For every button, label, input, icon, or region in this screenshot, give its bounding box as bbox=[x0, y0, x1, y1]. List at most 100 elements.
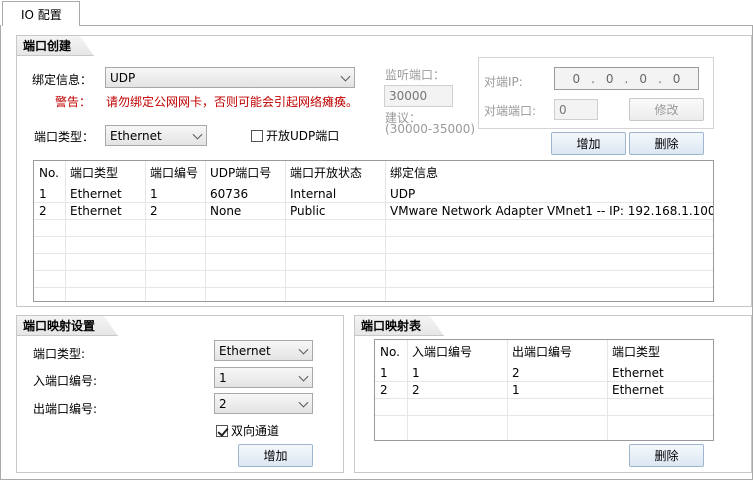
cell-no: 1 bbox=[380, 366, 388, 380]
ip-octet-4: 0 bbox=[672, 71, 681, 86]
cell-port-type: Ethernet bbox=[70, 187, 122, 201]
cell-udp-port: None bbox=[210, 204, 242, 218]
bind-info-value: UDP bbox=[110, 70, 136, 85]
in-port-select[interactable]: 1 bbox=[214, 367, 313, 388]
col-in-port: 入端口编号 bbox=[412, 345, 473, 359]
table-row-empty bbox=[34, 220, 713, 237]
table-row[interactable]: 1 1 2 Ethernet bbox=[375, 365, 713, 382]
cell-no: 2 bbox=[380, 383, 388, 397]
col-no: No. bbox=[39, 166, 59, 180]
cell-open-status: Public bbox=[290, 204, 326, 218]
bind-info-select[interactable]: UDP bbox=[105, 67, 355, 88]
ip-dot: . bbox=[624, 71, 629, 86]
port-type-value: Ethernet bbox=[110, 128, 162, 143]
table-row[interactable]: 2 2 1 Ethernet bbox=[375, 382, 713, 399]
add-mapping-button[interactable]: 增加 bbox=[238, 444, 313, 467]
delete-mapping-button[interactable]: 删除 bbox=[629, 444, 704, 467]
bind-info-label: 绑定信息： bbox=[32, 73, 93, 87]
warning-text: 请勿绑定公网网卡，否则可能会引起网络瘫痪。 bbox=[106, 95, 359, 109]
mapping-table-title: 端口映射表 bbox=[355, 316, 444, 336]
col-port-type: 端口类型 bbox=[70, 166, 119, 180]
listen-port-input[interactable]: 30000 bbox=[384, 85, 453, 107]
cell-bind-info: UDP bbox=[390, 187, 416, 201]
modify-button[interactable]: 修改 bbox=[629, 98, 704, 121]
add-port-button[interactable]: 增加 bbox=[551, 132, 626, 155]
col-no: No. bbox=[380, 345, 400, 359]
peer-port-label: 对端端口: bbox=[484, 104, 537, 118]
cell-no: 1 bbox=[39, 187, 47, 201]
table-header: No. 端口类型 端口编号 UDP端口号 端口开放状态 绑定信息 bbox=[34, 165, 713, 182]
suggest-range: (30000-35000) bbox=[385, 122, 476, 136]
cell-port-number: 1 bbox=[150, 187, 158, 201]
table-row-empty bbox=[34, 271, 713, 288]
out-port-value: 2 bbox=[219, 396, 227, 411]
chevron-down-icon bbox=[340, 71, 351, 82]
mapping-settings-title: 端口映射设置 bbox=[17, 316, 118, 336]
table-row-empty bbox=[375, 399, 713, 416]
ip-dot: . bbox=[591, 71, 595, 86]
table-row-empty bbox=[375, 416, 713, 433]
table-row-empty bbox=[34, 288, 713, 301]
cell-no: 2 bbox=[39, 204, 47, 218]
checkbox-box bbox=[216, 424, 228, 437]
out-port-select[interactable]: 2 bbox=[214, 393, 313, 414]
chevron-down-icon bbox=[298, 344, 309, 355]
open-udp-label: 开放UDP端口 bbox=[266, 129, 340, 143]
out-port-label: 出端口编号: bbox=[33, 402, 98, 416]
ip-dot: . bbox=[657, 71, 662, 86]
table-row[interactable]: 2 Ethernet 2 None Public VMware Network … bbox=[34, 203, 713, 220]
tab-label: IO 配置 bbox=[21, 7, 62, 22]
mapping-table: No. 入端口编号 出端口编号 端口类型 1 1 2 Ethernet 2 2 … bbox=[374, 339, 714, 441]
port-type-label: 端口类型： bbox=[34, 130, 95, 144]
bidirectional-label: 双向通道 bbox=[231, 424, 280, 438]
tab-divider bbox=[80, 25, 753, 26]
cell-out-port: 2 bbox=[512, 366, 520, 380]
table-row-empty bbox=[34, 237, 713, 254]
cell-bind-info: VMware Network Adapter VMnet1 -- IP: 192… bbox=[390, 204, 714, 218]
port-create-title: 端口创建 bbox=[17, 36, 94, 56]
cell-out-port: 1 bbox=[512, 383, 520, 397]
port-table: No. 端口类型 端口编号 UDP端口号 端口开放状态 绑定信息 1 Ether… bbox=[33, 160, 714, 302]
cell-port-type: Ethernet bbox=[70, 204, 122, 218]
chevron-down-icon bbox=[192, 129, 203, 140]
chevron-down-icon bbox=[298, 397, 309, 408]
bidirectional-checkbox[interactable]: 双向通道 bbox=[216, 422, 279, 439]
col-port-type: 端口类型 bbox=[612, 345, 661, 359]
in-port-label: 入端口编号: bbox=[33, 374, 98, 388]
map-port-type-label: 端口类型: bbox=[33, 347, 86, 361]
cell-udp-port: 60736 bbox=[210, 187, 249, 201]
cell-port-type: Ethernet bbox=[612, 366, 664, 380]
map-port-type-select[interactable]: Ethernet bbox=[214, 340, 313, 361]
peer-port-input[interactable]: 0 bbox=[554, 99, 598, 120]
listen-port-value: 30000 bbox=[389, 89, 428, 103]
col-out-port: 出端口编号 bbox=[512, 345, 573, 359]
peer-ip-input[interactable]: 0. 0. 0. 0 bbox=[554, 67, 699, 90]
listen-port-label: 监听端口： bbox=[385, 68, 446, 82]
table-row-empty bbox=[34, 254, 713, 271]
chevron-down-icon bbox=[298, 371, 309, 382]
delete-port-button[interactable]: 删除 bbox=[629, 132, 704, 155]
cell-in-port: 2 bbox=[412, 383, 420, 397]
table-header: No. 入端口编号 出端口编号 端口类型 bbox=[375, 344, 713, 361]
table-row[interactable]: 1 Ethernet 1 60736 Internal UDP bbox=[34, 186, 713, 203]
peer-port-value: 0 bbox=[559, 102, 567, 117]
open-udp-checkbox[interactable]: 开放UDP端口 bbox=[251, 127, 339, 144]
tab-io-config[interactable]: IO 配置 bbox=[2, 1, 80, 26]
warning-label: 警告： bbox=[55, 95, 92, 109]
cell-in-port: 1 bbox=[412, 366, 420, 380]
cell-port-type: Ethernet bbox=[612, 383, 664, 397]
port-type-select[interactable]: Ethernet bbox=[105, 125, 207, 146]
col-udp-port: UDP端口号 bbox=[210, 166, 272, 180]
ip-octet-3: 0 bbox=[639, 71, 647, 86]
col-port-number: 端口编号 bbox=[150, 166, 199, 180]
checkbox-box bbox=[251, 129, 263, 142]
in-port-value: 1 bbox=[219, 370, 227, 385]
col-bind-info: 绑定信息 bbox=[390, 166, 439, 180]
col-open-status: 端口开放状态 bbox=[290, 166, 363, 180]
ip-octet-1: 0 bbox=[572, 71, 581, 86]
peer-ip-label: 对端IP: bbox=[484, 75, 523, 89]
cell-port-number: 2 bbox=[150, 204, 158, 218]
cell-open-status: Internal bbox=[290, 187, 337, 201]
map-port-type-value: Ethernet bbox=[219, 343, 271, 358]
ip-octet-2: 0 bbox=[605, 71, 614, 86]
